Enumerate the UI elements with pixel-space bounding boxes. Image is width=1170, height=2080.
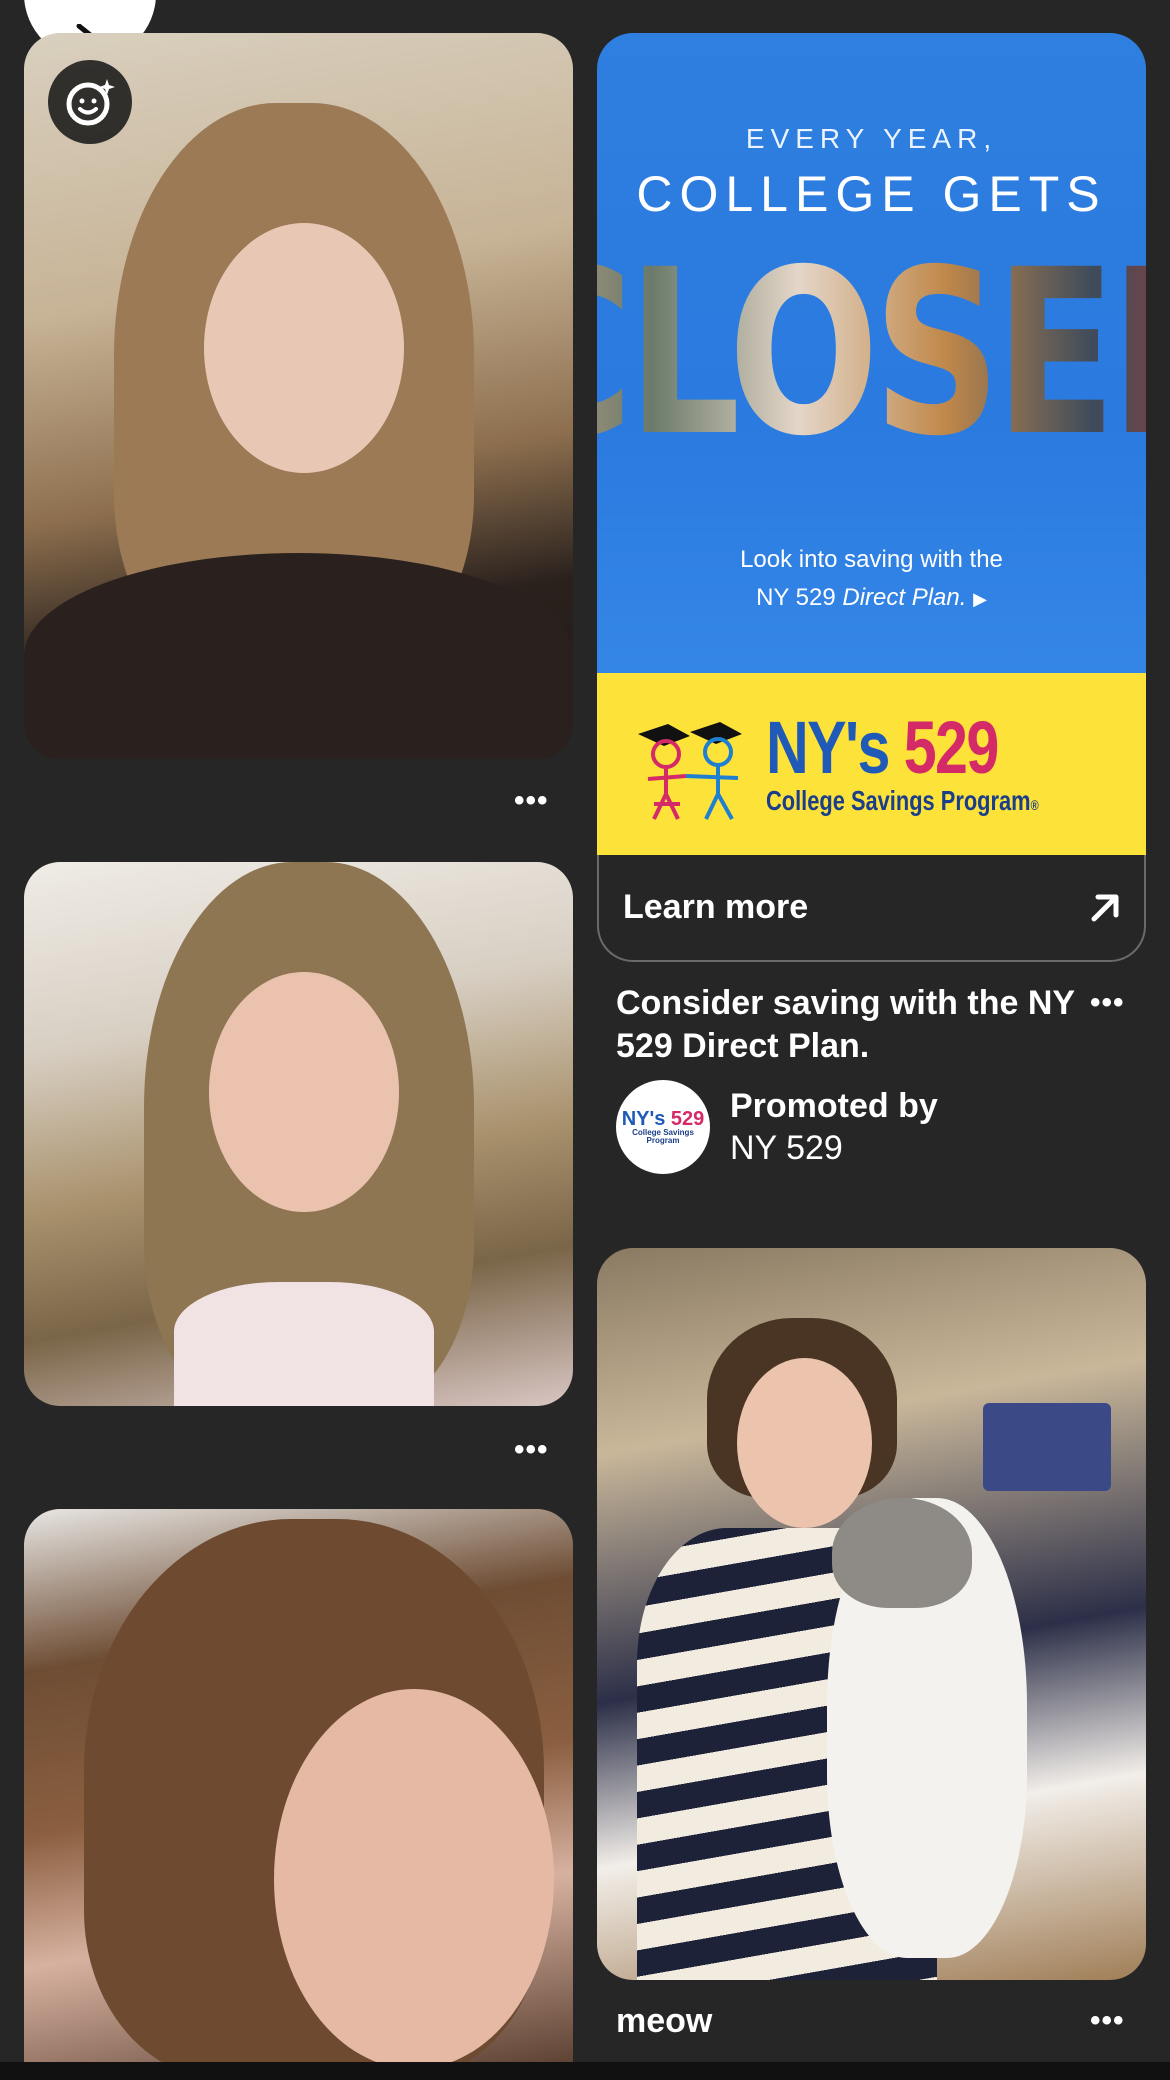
- tv-shape: [983, 1403, 1111, 1491]
- play-icon: ▶: [973, 589, 987, 609]
- promoter[interactable]: NY's 529 College Savings Program Promote…: [616, 1080, 938, 1174]
- advertiser-name: NY 529: [730, 1129, 843, 1167]
- ad-logo-sub: College Savings Program®: [765, 785, 1039, 816]
- ad-logo-text: NY's 529 College Savings Program®: [766, 711, 1116, 817]
- ad-subtext: Look into saving with the NY 529 Direct …: [597, 541, 1146, 618]
- ad-line-1: EVERY YEAR,: [745, 123, 998, 154]
- cat-head-shape: [832, 1498, 972, 1608]
- external-arrow-icon: [1091, 894, 1119, 921]
- ad-logo-main: NY's 529: [765, 706, 999, 789]
- pin-image-3[interactable]: [24, 1509, 573, 2069]
- ad-subtext-line-2: NY 529 Direct Plan. ▶: [756, 584, 987, 611]
- face-shape: [204, 223, 404, 473]
- ad-creative[interactable]: EVERY YEAR, COLLEGE GETS CLOSER Look int…: [597, 33, 1146, 673]
- logo-figures-icon: [637, 722, 742, 820]
- ad-line-2: COLLEGE GETS: [636, 166, 1107, 222]
- promoter-text: Promoted by NY 529: [730, 1085, 938, 1169]
- visual-search-button[interactable]: [48, 60, 132, 144]
- pin-image-1[interactable]: [24, 33, 573, 759]
- learn-more-label: Learn more: [623, 888, 809, 926]
- more-options-button[interactable]: •••: [1090, 988, 1125, 1018]
- ad-logo-band[interactable]: NY's 529 College Savings Program®: [597, 673, 1146, 855]
- more-options-button[interactable]: •••: [1090, 2006, 1125, 2036]
- ad-headline-text: CLOSER: [597, 239, 1146, 467]
- pin-image-4[interactable]: [597, 1248, 1146, 1980]
- pin-image-2[interactable]: [24, 862, 573, 1406]
- top-shape: [174, 1282, 434, 1406]
- advertiser-avatar[interactable]: NY's 529 College Savings Program: [616, 1080, 710, 1174]
- ad-title[interactable]: Consider saving with the NY 529 Direct P…: [616, 982, 1086, 1068]
- bottom-bar: [0, 2062, 1170, 2080]
- face-shape: [274, 1689, 554, 2069]
- face-shape: [737, 1358, 872, 1528]
- learn-more-button[interactable]: Learn more: [597, 855, 1146, 962]
- ad-subtext-line-1: Look into saving with the: [740, 546, 1003, 573]
- sweater-shape: [24, 553, 573, 759]
- visual-search-icon: [66, 79, 115, 126]
- ad-headline: CLOSER: [597, 239, 1146, 467]
- ad-subtext-italic: Direct Plan.: [842, 584, 967, 611]
- more-options-button[interactable]: •••: [514, 1435, 549, 1465]
- promoted-by-label: Promoted by: [730, 1087, 938, 1125]
- face-shape: [209, 972, 399, 1212]
- pin-title[interactable]: meow: [616, 2002, 712, 2041]
- more-options-button[interactable]: •••: [514, 786, 549, 816]
